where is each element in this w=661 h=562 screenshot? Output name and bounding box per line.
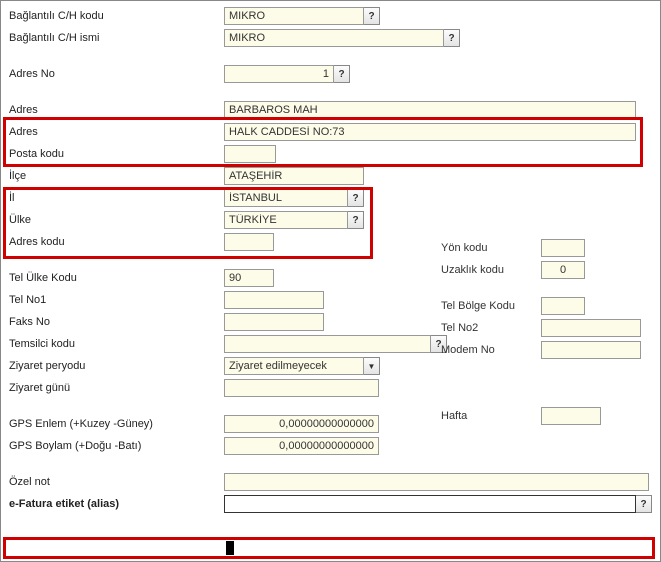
label-gps-enlem: GPS Enlem (+Kuzey -Güney)	[9, 418, 224, 430]
help-icon[interactable]: ?	[444, 29, 460, 47]
row-posta-kodu: Posta kodu	[9, 143, 658, 165]
row-adres1: Adres	[9, 99, 658, 121]
input-bagli-ch-ismi[interactable]	[224, 29, 444, 47]
label-ziyaret-peryodu: Ziyaret peryodu	[9, 360, 224, 372]
label-ozel-not: Özel not	[9, 476, 224, 488]
row-hafta: Hafta	[441, 405, 651, 427]
label-tel-ulke: Tel Ülke Kodu	[9, 272, 224, 284]
input-ulke[interactable]	[224, 211, 348, 229]
input-tel-bolge[interactable]	[541, 297, 585, 315]
input-ziyaret-peryodu[interactable]	[224, 357, 364, 375]
label-adres-no: Adres No	[9, 68, 224, 80]
label-tel-bolge: Tel Bölge Kodu	[441, 300, 541, 312]
input-efatura[interactable]	[224, 495, 636, 513]
label-adres1: Adres	[9, 104, 224, 116]
input-tel-no2[interactable]	[541, 319, 641, 337]
input-modem-no[interactable]	[541, 341, 641, 359]
input-posta-kodu[interactable]	[224, 145, 276, 163]
label-uzaklik-kodu: Uzaklık kodu	[441, 264, 541, 276]
label-bagli-ch-ismi: Bağlantılı C/H ismi	[9, 32, 224, 44]
row-ulke: Ülke ?	[9, 209, 658, 231]
text-cursor	[226, 541, 234, 555]
input-temsilci[interactable]	[224, 335, 431, 353]
input-il[interactable]	[224, 189, 348, 207]
help-icon[interactable]: ?	[334, 65, 350, 83]
right-column-3: Hafta	[441, 405, 651, 427]
input-faks-no[interactable]	[224, 313, 324, 331]
row-adres2: Adres	[9, 121, 658, 143]
help-icon[interactable]: ?	[348, 211, 364, 229]
row-il: İl ?	[9, 187, 658, 209]
help-icon[interactable]: ?	[636, 495, 652, 513]
input-gps-boylam[interactable]	[224, 437, 379, 455]
input-adres2[interactable]	[224, 123, 636, 141]
label-gps-boylam: GPS Boylam (+Doğu -Batı)	[9, 440, 224, 452]
label-posta-kodu: Posta kodu	[9, 148, 224, 160]
input-ilce[interactable]	[224, 167, 364, 185]
input-hafta[interactable]	[541, 407, 601, 425]
label-adres2: Adres	[9, 126, 224, 138]
input-adres1[interactable]	[224, 101, 636, 119]
row-bagli-ch-ismi: Bağlantılı C/H ismi ?	[9, 27, 658, 49]
row-modem-no: Modem No	[441, 339, 651, 361]
row-tel-no2: Tel No2	[441, 317, 651, 339]
row-uzaklik-kodu: Uzaklık kodu	[441, 259, 651, 281]
input-tel-no1[interactable]	[224, 291, 324, 309]
right-column-2: Tel Bölge Kodu Tel No2 Modem No	[441, 295, 651, 361]
row-gps-boylam: GPS Boylam (+Doğu -Batı)	[9, 435, 658, 457]
input-bagli-ch-kodu[interactable]	[224, 7, 364, 25]
input-adres-no[interactable]	[224, 65, 334, 83]
row-ozel-not: Özel not	[9, 471, 658, 493]
row-tel-bolge: Tel Bölge Kodu	[441, 295, 651, 317]
row-adres-no: Adres No ?	[9, 63, 658, 85]
label-tel-no2: Tel No2	[441, 322, 541, 334]
label-ilce: İlçe	[9, 170, 224, 182]
help-icon[interactable]: ?	[364, 7, 380, 25]
label-adres-kodu: Adres kodu	[9, 236, 224, 248]
label-yon-kodu: Yön kodu	[441, 242, 541, 254]
input-ziyaret-gunu[interactable]	[224, 379, 379, 397]
label-ulke: Ülke	[9, 214, 224, 226]
label-hafta: Hafta	[441, 410, 541, 422]
input-ozel-not[interactable]	[224, 473, 649, 491]
label-temsilci: Temsilci kodu	[9, 338, 224, 350]
label-faks-no: Faks No	[9, 316, 224, 328]
label-bagli-ch-kodu: Bağlantılı C/H kodu	[9, 10, 224, 22]
row-ziyaret-gunu: Ziyaret günü	[9, 377, 658, 399]
input-tel-ulke[interactable]	[224, 269, 274, 287]
label-ziyaret-gunu: Ziyaret günü	[9, 382, 224, 394]
input-yon-kodu[interactable]	[541, 239, 585, 257]
highlight-box-efatura	[3, 537, 655, 559]
label-modem-no: Modem No	[441, 344, 541, 356]
right-column: Yön kodu Uzaklık kodu	[441, 237, 651, 281]
label-il: İl	[9, 192, 224, 204]
row-yon-kodu: Yön kodu	[441, 237, 651, 259]
chevron-down-icon[interactable]: ▼	[364, 357, 380, 375]
input-uzaklik-kodu[interactable]	[541, 261, 585, 279]
row-ilce: İlçe	[9, 165, 658, 187]
row-bagli-ch-kodu: Bağlantılı C/H kodu ?	[9, 5, 658, 27]
row-efatura: e-Fatura etiket (alias) ?	[9, 493, 658, 515]
help-icon[interactable]: ?	[348, 189, 364, 207]
label-efatura: e-Fatura etiket (alias)	[9, 498, 224, 510]
label-tel-no1: Tel No1	[9, 294, 224, 306]
input-gps-enlem[interactable]	[224, 415, 379, 433]
input-adres-kodu[interactable]	[224, 233, 274, 251]
